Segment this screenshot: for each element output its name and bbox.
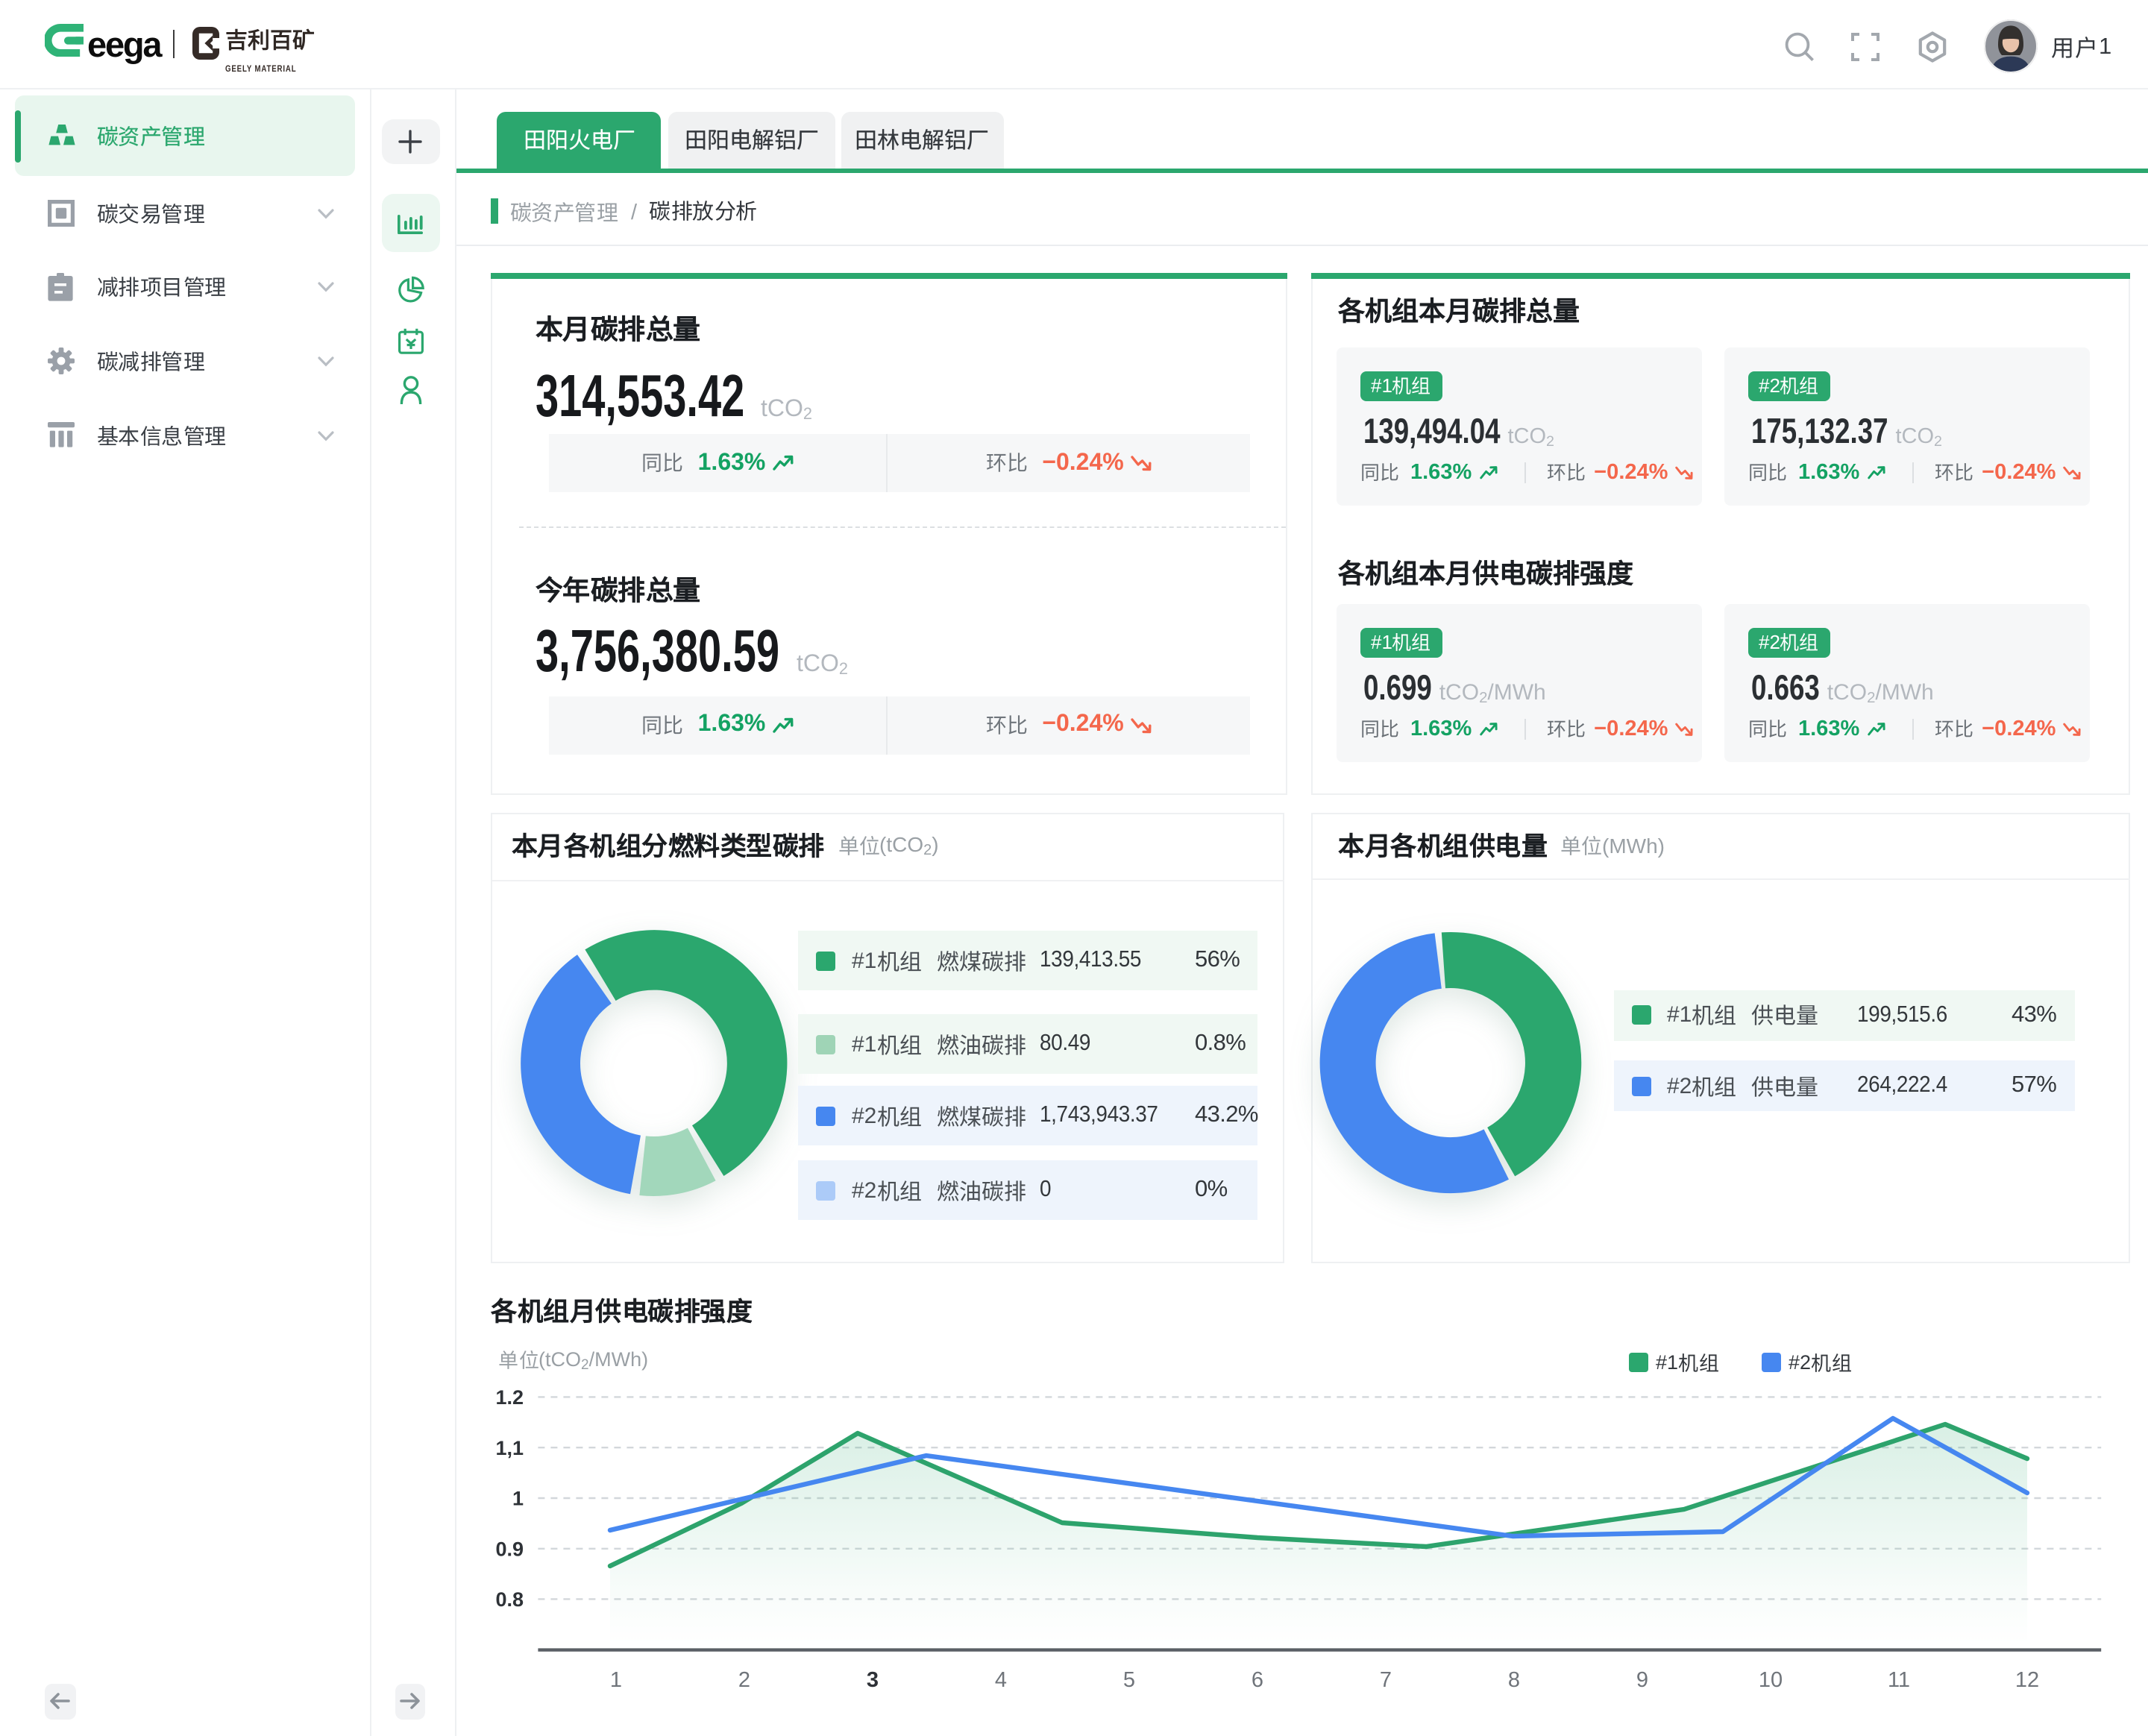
svg-text:2: 2 [738, 1668, 750, 1692]
svg-text:9: 9 [1636, 1668, 1648, 1692]
svg-text:1,1: 1,1 [495, 1437, 524, 1459]
svg-text:8: 8 [1508, 1668, 1520, 1692]
svg-text:12: 12 [2015, 1668, 2039, 1692]
svg-text:0.9: 0.9 [495, 1538, 524, 1560]
svg-text:3: 3 [867, 1668, 879, 1692]
svg-text:11: 11 [1888, 1668, 1910, 1692]
svg-text:0.8: 0.8 [495, 1588, 524, 1611]
svg-text:6: 6 [1252, 1668, 1263, 1692]
svg-text:1: 1 [512, 1488, 524, 1510]
svg-text:1: 1 [610, 1668, 622, 1692]
svg-text:10: 10 [1759, 1668, 1783, 1692]
svg-text:7: 7 [1380, 1668, 1392, 1692]
svg-text:5: 5 [1123, 1668, 1135, 1692]
svg-text:4: 4 [995, 1668, 1007, 1692]
svg-text:1.2: 1.2 [495, 1386, 524, 1409]
